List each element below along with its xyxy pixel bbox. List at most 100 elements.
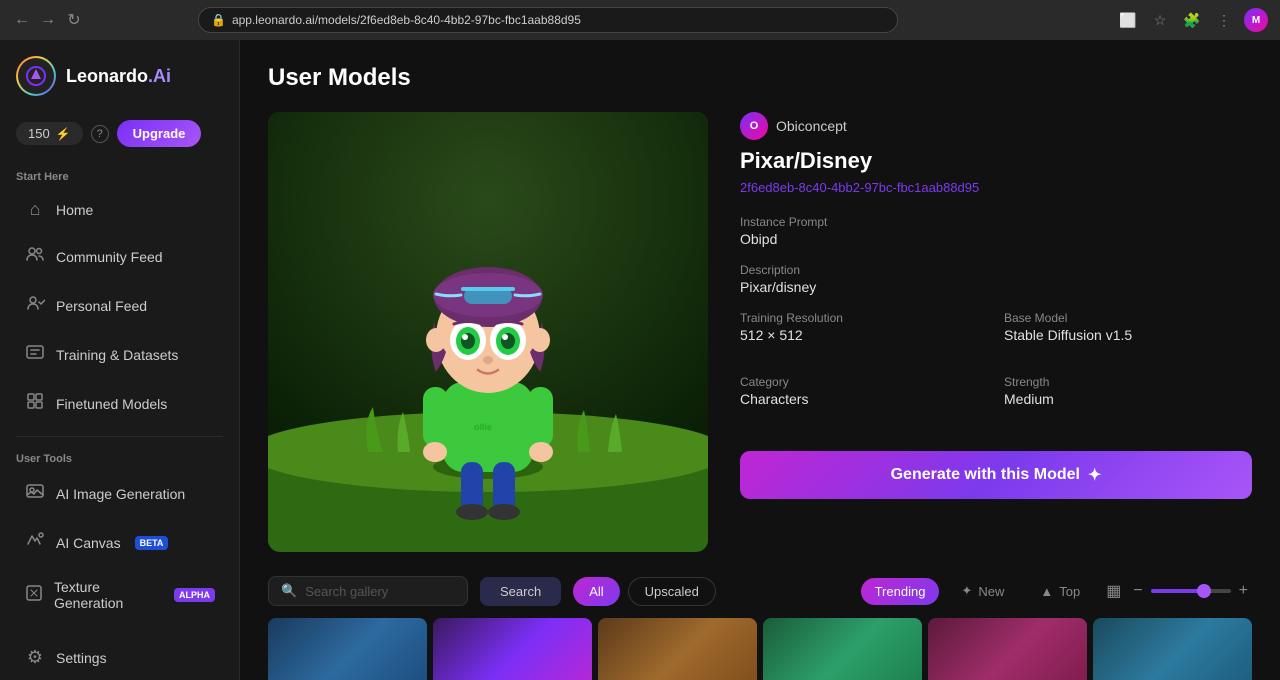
gallery-thumb-6[interactable] <box>1093 618 1252 680</box>
settings-icon: ⚙ <box>24 647 46 668</box>
finetuned-icon <box>24 391 46 416</box>
filter-tabs: All Upscaled <box>573 577 716 606</box>
svg-text:ollie: ollie <box>474 422 492 432</box>
browser-user-avatar[interactable]: M <box>1244 8 1268 32</box>
beta-badge: BETA <box>135 536 169 550</box>
gallery-thumb-4[interactable] <box>763 618 922 680</box>
menu-button[interactable]: ⋮ <box>1212 8 1236 32</box>
sidebar-item-training[interactable]: Training & Datasets <box>8 332 231 377</box>
home-icon: ⌂ <box>24 199 46 220</box>
generate-button[interactable]: Generate with this Model ✦ <box>740 451 1252 499</box>
instance-prompt-label: Instance Prompt <box>740 215 1252 229</box>
credits-display: 150 ⚡ <box>16 122 83 145</box>
trending-icon: Trending <box>875 584 926 599</box>
star-button[interactable]: ☆ <box>1148 8 1172 32</box>
instance-prompt-row: Instance Prompt Obipd <box>740 215 1252 247</box>
model-image-container: ollie <box>268 112 708 552</box>
training-resolution-row: Training Resolution 512 × 512 <box>740 311 988 343</box>
grid-view-button[interactable]: ▦ <box>1102 577 1125 605</box>
sidebar-item-finetuned[interactable]: Finetuned Models <box>8 381 231 426</box>
extensions-button[interactable]: ⬜ <box>1116 8 1140 32</box>
author-name: Obiconcept <box>776 118 847 134</box>
strength-value: Medium <box>1004 391 1252 407</box>
sidebar-item-home[interactable]: ⌂ Home <box>8 189 231 230</box>
community-icon <box>24 244 46 269</box>
sidebar-divider <box>16 436 223 437</box>
community-feed-label: Community Feed <box>56 249 163 265</box>
browser-nav-buttons: ← → ↻ <box>12 10 84 30</box>
main-content: User Models <box>240 40 1280 680</box>
sort-top-button[interactable]: ▲ Top <box>1026 578 1094 605</box>
author-avatar: O <box>740 112 768 140</box>
gallery-thumb-3[interactable] <box>598 618 757 680</box>
model-name: Pixar/Disney <box>740 148 1252 174</box>
address-bar[interactable]: 🔒 app.leonardo.ai/models/2f6ed8eb-8c40-4… <box>198 7 898 33</box>
filter-all-button[interactable]: All <box>573 577 619 606</box>
sort-new-button[interactable]: ✦ New <box>947 577 1018 605</box>
search-input[interactable] <box>305 584 455 599</box>
sidebar-header: Leonardo.Ai <box>0 40 239 112</box>
url-text: app.leonardo.ai/models/2f6ed8eb-8c40-4bb… <box>232 13 581 27</box>
category-value: Characters <box>740 391 988 407</box>
search-button[interactable]: Search <box>480 577 561 606</box>
texture-label: Texture Generation <box>54 579 160 611</box>
ai-image-icon <box>24 481 46 506</box>
settings-label: Settings <box>56 650 107 666</box>
instance-prompt-value: Obipd <box>740 231 1252 247</box>
zoom-out-button[interactable]: − <box>1129 578 1146 604</box>
logo-avatar-inner <box>18 58 54 94</box>
new-label: New <box>978 584 1004 599</box>
gallery-thumb-2[interactable] <box>433 618 592 680</box>
personal-feed-label: Personal Feed <box>56 298 147 314</box>
base-model-label: Base Model <box>1004 311 1252 325</box>
zoom-in-button[interactable]: + <box>1235 578 1252 604</box>
filter-upscaled-button[interactable]: Upscaled <box>628 577 716 606</box>
alpha-badge: ALPHA <box>174 588 215 602</box>
back-button[interactable]: ← <box>12 10 32 30</box>
sidebar-item-ai-image[interactable]: AI Image Generation <box>8 471 231 516</box>
model-info-panel: O Obiconcept Pixar/Disney 2f6ed8eb-8c40-… <box>740 112 1252 552</box>
help-icon[interactable]: ? <box>91 125 109 143</box>
sidebar-item-texture[interactable]: Texture Generation ALPHA <box>8 569 231 621</box>
finetuned-label: Finetuned Models <box>56 396 167 412</box>
forward-button[interactable]: → <box>38 10 58 30</box>
zoom-slider[interactable] <box>1151 589 1231 593</box>
model-id: 2f6ed8eb-8c40-4bb2-97bc-fbc1aab88d95 <box>740 180 1252 195</box>
sidebar-item-ai-canvas[interactable]: AI Canvas BETA <box>8 520 231 565</box>
credits-bar: 150 ⚡ ? Upgrade <box>0 112 239 163</box>
sidebar: Leonardo.Ai 150 ⚡ ? Upgrade Start Here ⌂… <box>0 40 240 680</box>
gallery-images <box>268 618 1252 680</box>
generate-btn-label: Generate with this Model <box>891 466 1080 484</box>
sidebar-item-community-feed[interactable]: Community Feed <box>8 234 231 279</box>
search-container[interactable]: 🔍 <box>268 576 468 606</box>
ai-canvas-label: AI Canvas <box>56 535 121 551</box>
training-resolution-value: 512 × 512 <box>740 327 988 343</box>
puzzle-button[interactable]: 🧩 <box>1180 8 1204 32</box>
sidebar-item-personal-feed[interactable]: Personal Feed <box>8 283 231 328</box>
sort-trending-button[interactable]: Trending <box>861 578 940 605</box>
top-icon: ▲ <box>1040 584 1053 599</box>
sidebar-item-settings[interactable]: ⚙ Settings <box>8 637 231 678</box>
personal-icon <box>24 293 46 318</box>
strength-label: Strength <box>1004 375 1252 389</box>
base-model-value: Stable Diffusion v1.5 <box>1004 327 1252 343</box>
texture-icon <box>24 583 44 608</box>
gallery-thumb-5[interactable] <box>928 618 1087 680</box>
description-value: Pixar/disney <box>740 279 1252 295</box>
user-tools-label: User Tools <box>0 445 239 469</box>
ai-canvas-icon <box>24 530 46 555</box>
gallery-thumb-1[interactable] <box>268 618 427 680</box>
description-row: Description Pixar/disney <box>740 263 1252 295</box>
ai-image-label: AI Image Generation <box>56 486 185 502</box>
training-icon <box>24 342 46 367</box>
browser-action-buttons: ⬜ ☆ 🧩 ⋮ M <box>1116 8 1268 32</box>
upgrade-button[interactable]: Upgrade <box>117 120 202 147</box>
gallery-right-tools: Trending ✦ New ▲ Top ▦ − + <box>861 577 1252 605</box>
logo-ai: .Ai <box>148 66 171 86</box>
generate-btn-icon: ✦ <box>1088 465 1101 485</box>
description-label: Description <box>740 263 1252 277</box>
start-here-label: Start Here <box>0 163 239 187</box>
logo-text: Leonardo.Ai <box>66 66 171 87</box>
reload-button[interactable]: ↻ <box>64 10 84 30</box>
training-resolution-label: Training Resolution <box>740 311 988 325</box>
